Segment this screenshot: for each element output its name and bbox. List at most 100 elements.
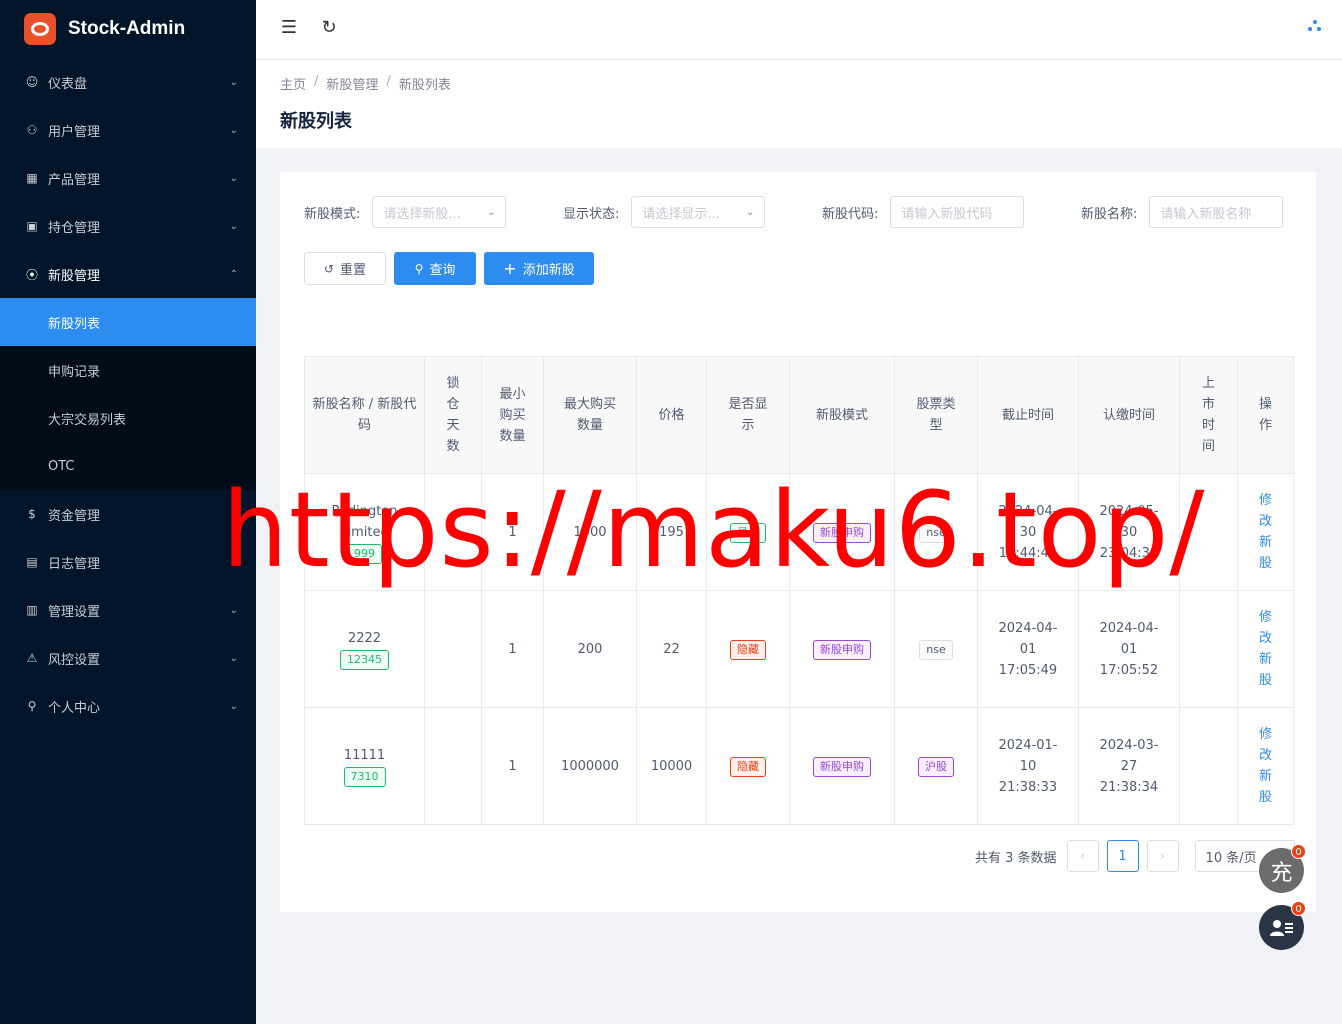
main-card: 新股模式: 请选择新股... ⌄ 显示状态: 请选择显示... ⌄ 新股代码: …	[280, 172, 1316, 912]
filter-ipo-name: 新股名称: 请输入新股名称	[1081, 196, 1284, 228]
sidebar-item-label: 用户管理	[48, 124, 101, 140]
cell-deadline: 2024-04-30 10:44:44	[977, 473, 1079, 591]
dashboard-icon: ☺	[25, 75, 39, 89]
cell-name: 2222 12345	[304, 590, 425, 708]
chevron-down-icon: ⌄	[229, 76, 238, 88]
chevron-down-icon: ⌄	[229, 700, 238, 712]
sidebar-item-block-trades[interactable]: 大宗交易列表	[0, 394, 256, 442]
cell-lock-days	[424, 707, 482, 825]
cell-max-qty: 1000000	[543, 707, 637, 825]
ipo-submenu: 新股列表 申购记录 大宗交易列表 OTC	[0, 298, 256, 490]
col-header-lock-days: 锁仓天数	[424, 356, 482, 474]
col-header-stock-type: 股票类型	[894, 356, 978, 474]
cell-listing	[1179, 707, 1238, 825]
sidebar-item-positions[interactable]: ▣ 持仓管理 ⌄	[0, 202, 256, 250]
deadline-text: 2024-04-01 17:05:49	[998, 620, 1058, 678]
sidebar-item-otc[interactable]: OTC	[0, 442, 256, 490]
filter-ipo-mode: 新股模式: 请选择新股... ⌄	[304, 196, 507, 228]
reset-icon: ↺	[323, 261, 335, 276]
edit-ipo-link[interactable]: 修改新股	[1259, 724, 1273, 808]
refresh-icon[interactable]: ↻	[316, 14, 342, 40]
breadcrumb-section[interactable]: 新股管理	[326, 74, 378, 93]
cell-price: 22	[636, 590, 707, 708]
status-badge: 隐藏	[730, 756, 766, 777]
mode-badge: 新股申购	[813, 522, 871, 543]
cell-deadline: 2024-04-01 17:05:49	[977, 590, 1079, 708]
add-label: 添加新股	[522, 263, 575, 278]
header-text: 上市时间	[1201, 376, 1215, 454]
type-badge: nse	[919, 639, 953, 660]
filter-label: 显示状态:	[563, 206, 620, 222]
sidebar-item-funds[interactable]: $ 资金管理	[0, 490, 256, 538]
sidebar-item-label: 仪表盘	[48, 76, 88, 92]
app-grid-icon[interactable]	[1308, 20, 1322, 34]
position-icon: ▣	[26, 219, 38, 233]
top-header: ☰ ↻	[256, 0, 1342, 60]
col-header-actions: 操作	[1237, 356, 1294, 474]
money-icon: $	[28, 507, 36, 521]
sidebar-item-risk-settings[interactable]: ⚠ 风控设置 ⌄	[0, 634, 256, 682]
chevron-down-icon: ⌄	[229, 604, 238, 616]
collapse-menu-icon[interactable]: ☰	[276, 14, 302, 40]
sidebar-item-ipo-list[interactable]: 新股列表	[0, 298, 256, 346]
ipo-code-tag: 7310	[343, 767, 386, 787]
ipo-mode-select[interactable]: 请选择新股... ⌄	[372, 196, 507, 228]
charge-float-button[interactable]: 充 0	[1259, 844, 1306, 893]
breadcrumb-separator: /	[386, 74, 391, 89]
ipo-code-input[interactable]: 请输入新股代码	[890, 196, 1025, 228]
app-title: Stock-Admin	[68, 18, 186, 39]
page-header: 主页 / 新股管理 / 新股列表 新股列表	[256, 60, 1342, 148]
mode-badge: 新股申购	[813, 756, 871, 777]
filter-bar: 新股模式: 请选择新股... ⌄ 显示状态: 请选择显示... ⌄ 新股代码: …	[304, 196, 1292, 228]
cell-stock-type: nse	[894, 590, 978, 708]
breadcrumb-current: 新股列表	[398, 78, 451, 93]
select-placeholder: 请选择新股...	[383, 206, 461, 222]
logo[interactable]: Stock-Admin	[0, 0, 256, 58]
sidebar-item-profile[interactable]: ⚲ 个人中心 ⌄	[0, 682, 256, 730]
filter-label: 新股代码:	[822, 206, 879, 222]
filter-ipo-code: 新股代码: 请输入新股代码	[822, 196, 1025, 228]
pagination-total: 共有 3 条数据	[975, 850, 1057, 866]
header-text: 股票类型	[916, 397, 956, 433]
sidebar-item-admin-settings[interactable]: ▥ 管理设置 ⌄	[0, 586, 256, 634]
deadline-text: 2024-04-30 10:44:44	[998, 503, 1058, 561]
input-placeholder: 请输入新股代码	[901, 206, 993, 222]
ipo-code-tag: 999	[347, 543, 382, 564]
display-status-select[interactable]: 请选择显示... ⌄	[631, 196, 766, 228]
sidebar-item-users[interactable]: ⚇ 用户管理 ⌄	[0, 106, 256, 154]
edit-ipo-link[interactable]: 修改新股	[1259, 490, 1273, 574]
col-header-price: 价格	[636, 356, 707, 474]
chevron-down-icon: ⌄	[229, 652, 238, 664]
chart-icon: ▦	[26, 171, 38, 185]
deadline-text: 2024-01-10 21:38:33	[998, 737, 1058, 795]
cell-lock-days	[424, 590, 482, 708]
add-ipo-button[interactable]: + 添加新股	[484, 252, 594, 285]
cell-mode: 新股申购	[789, 707, 895, 825]
search-icon: ⚲	[414, 261, 424, 276]
ipo-table: 新股名称 / 新股代码 锁仓天数 最小购买数量 最大购买数量 价格 是否显示 新…	[304, 356, 1294, 825]
reset-button[interactable]: ↺ 重置	[304, 252, 386, 285]
search-button[interactable]: ⚲ 查询	[394, 252, 476, 285]
sidebar-item-products[interactable]: ▦ 产品管理 ⌄	[0, 154, 256, 202]
page-button-current[interactable]: 1	[1106, 840, 1139, 872]
ipo-icon: ⦿	[25, 267, 38, 282]
next-page-button[interactable]: ›	[1146, 840, 1179, 872]
header-text: 最大购买数量	[563, 397, 616, 433]
col-header-max-qty: 最大购买数量	[543, 356, 637, 474]
col-header-display: 是否显示	[706, 356, 790, 474]
col-header-deadline: 截止时间	[977, 356, 1079, 474]
chevron-down-icon: ⌄	[229, 124, 238, 136]
select-placeholder: 请选择显示...	[642, 206, 720, 222]
sidebar-item-subscription-records[interactable]: 申购记录	[0, 346, 256, 394]
chevron-down-icon: ⌄	[229, 220, 238, 232]
edit-ipo-link[interactable]: 修改新股	[1259, 607, 1273, 691]
cell-subscribe: 2024-04-01 17:05:52	[1078, 590, 1180, 708]
prev-page-button[interactable]: ‹	[1066, 840, 1099, 872]
sidebar-item-ipo[interactable]: ⦿ 新股管理 ⌃	[0, 250, 256, 298]
chat-float-button[interactable]: 0	[1259, 901, 1306, 950]
breadcrumb-home[interactable]: 主页	[280, 74, 306, 93]
sidebar-item-logs[interactable]: ▤ 日志管理	[0, 538, 256, 586]
ipo-name-input[interactable]: 请输入新股名称	[1149, 196, 1284, 228]
cell-min-qty: 1	[481, 473, 544, 591]
sidebar-item-dashboard[interactable]: ☺ 仪表盘 ⌄	[0, 58, 256, 106]
